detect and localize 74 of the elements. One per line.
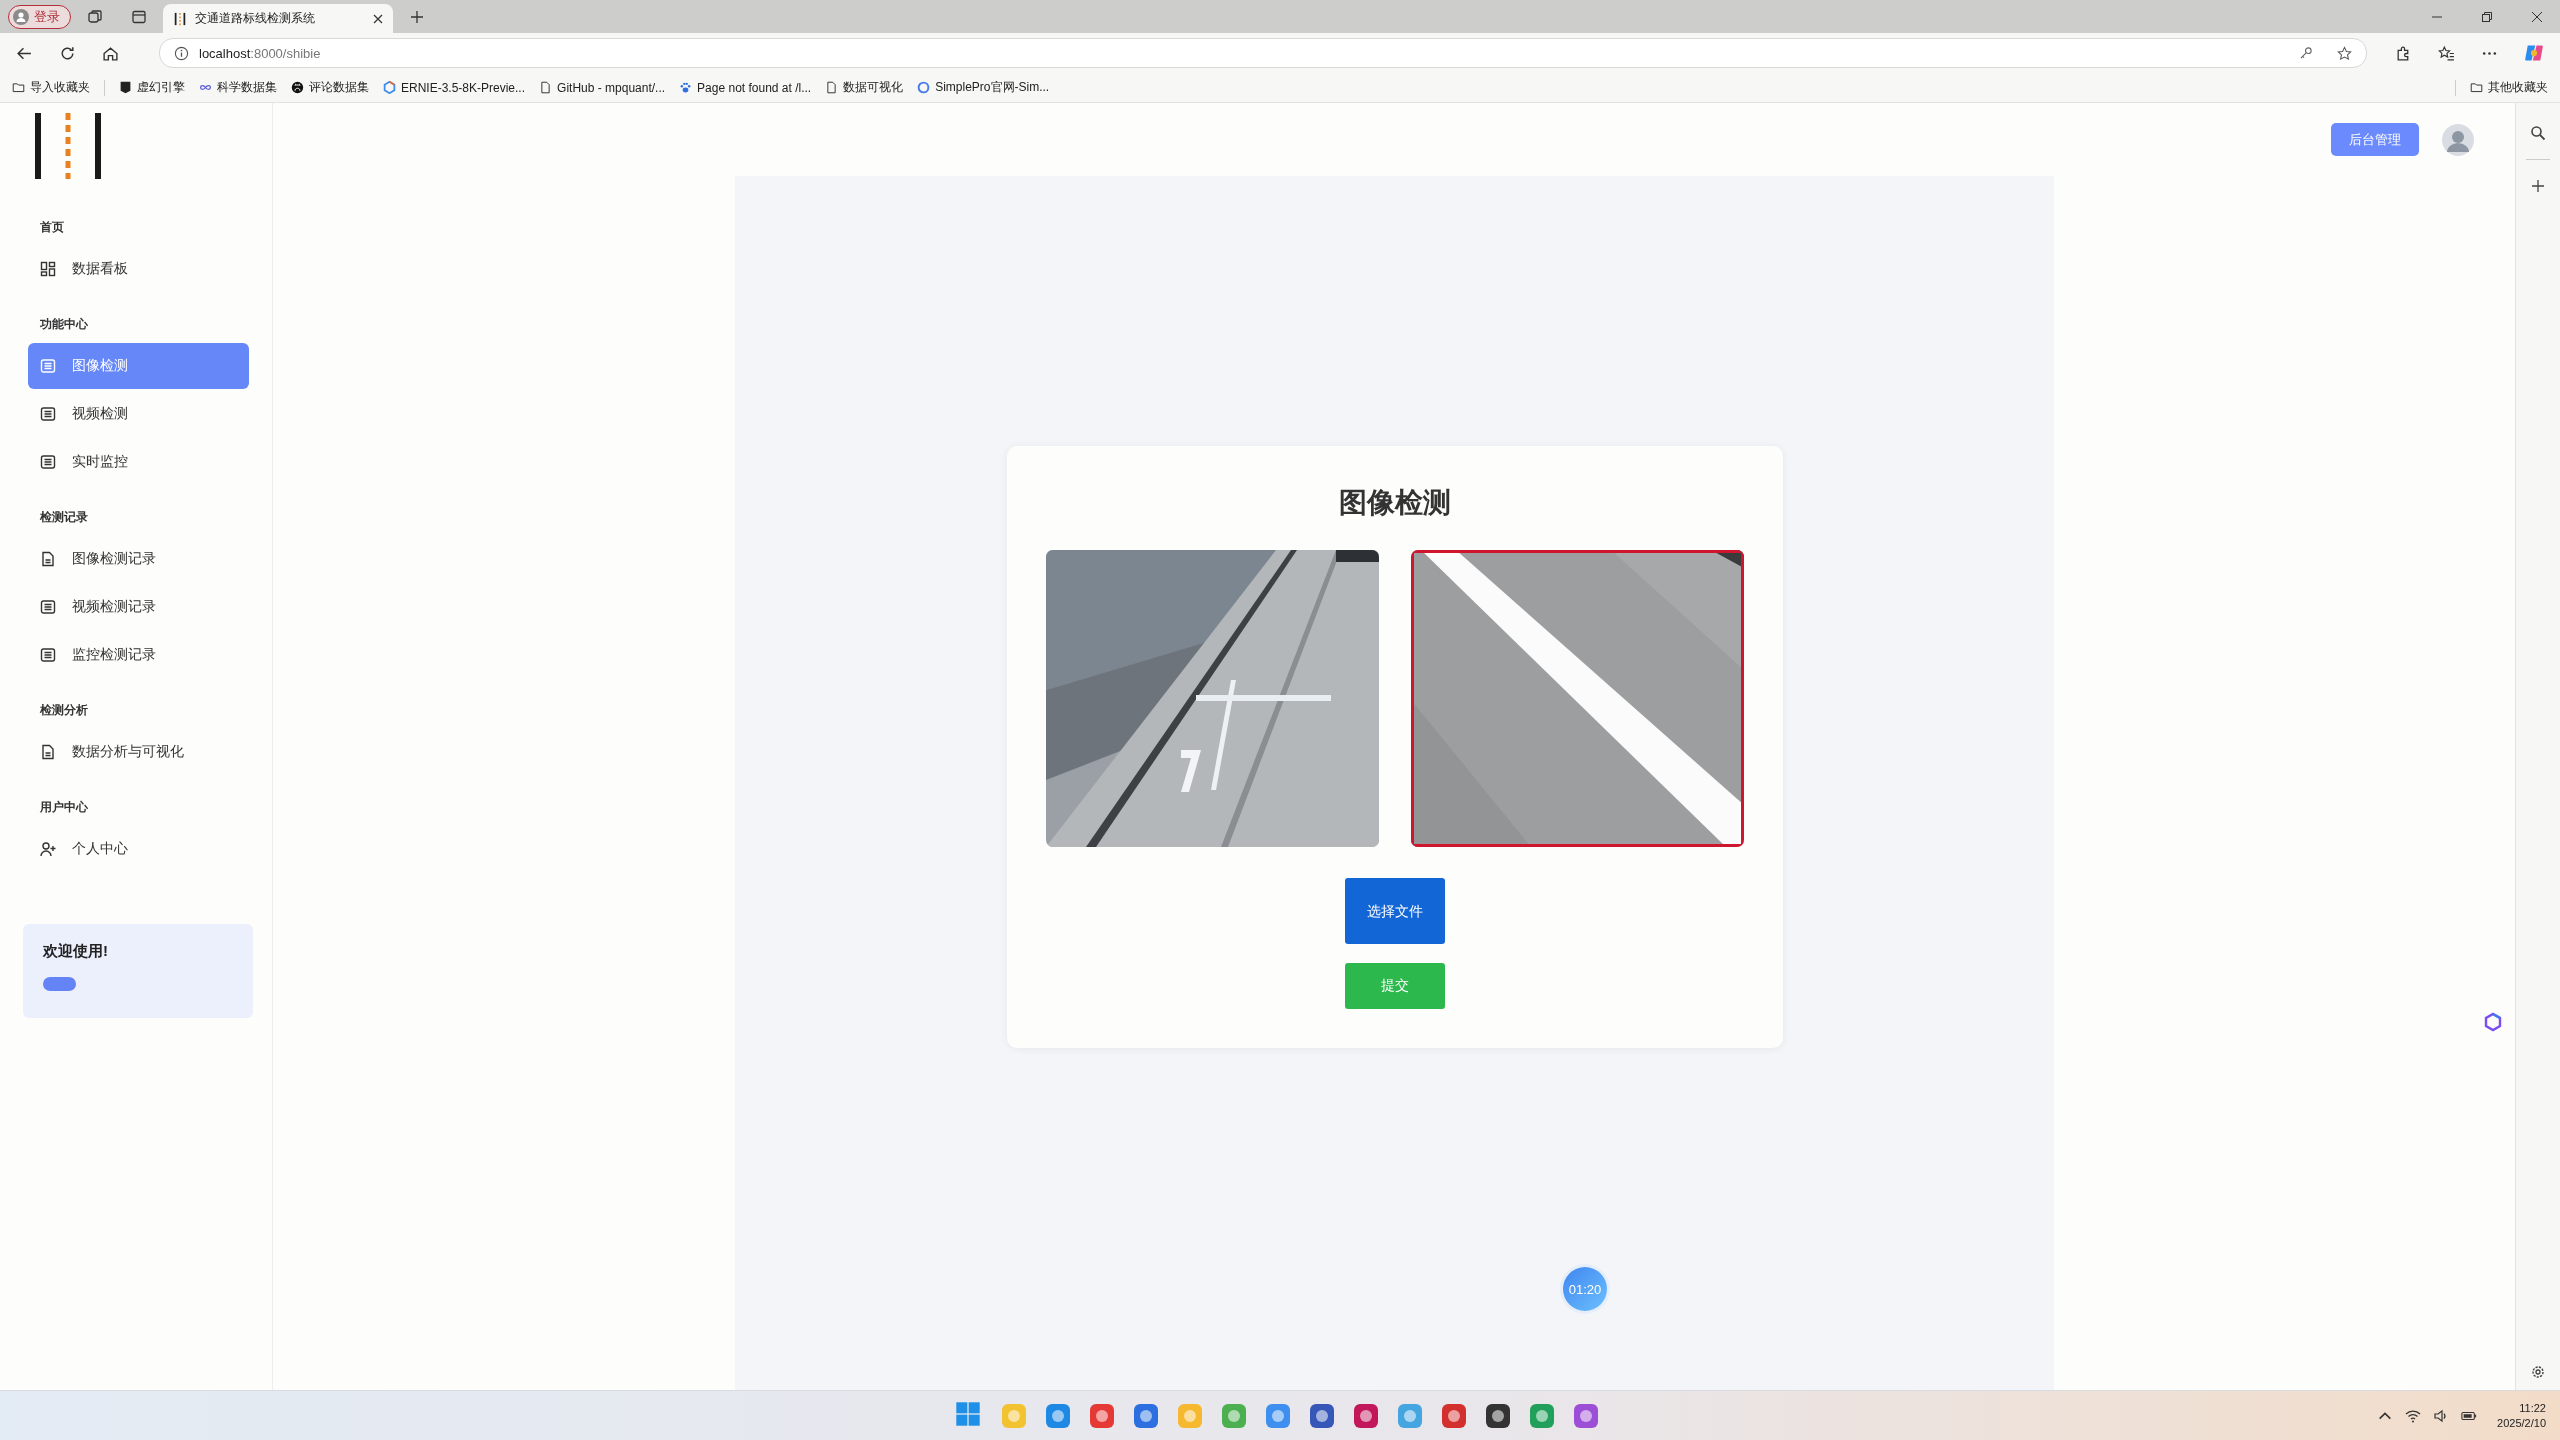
nav-item[interactable]: 数据看板	[28, 246, 249, 292]
section-title: 检测分析	[40, 702, 89, 719]
copilot-icon[interactable]	[2524, 43, 2544, 63]
close-icon[interactable]	[373, 13, 383, 24]
plus-icon[interactable]	[2530, 178, 2546, 194]
avatar-icon[interactable]	[2442, 123, 2474, 156]
profile-icon	[13, 9, 29, 25]
shield-icon	[119, 81, 132, 94]
folder-icon	[2470, 81, 2483, 94]
clock-time: 11:22	[2519, 1400, 2546, 1416]
bookmark-item[interactable]: 科学数据集	[199, 79, 277, 96]
taskbar-clock[interactable]: 11:22 2025/2/10	[2497, 1400, 2546, 1431]
dashboard-icon	[40, 261, 56, 277]
browser-tab[interactable]: 交通道路标线检测系统	[163, 4, 393, 33]
pill-decoration	[43, 977, 76, 991]
list-icon	[40, 599, 56, 615]
windows-logo-icon[interactable]	[954, 1400, 981, 1427]
bookmark-item[interactable]: 评论数据集	[291, 79, 369, 96]
nav-item[interactable]: 个人中心	[28, 826, 249, 872]
search-icon[interactable]	[2530, 125, 2546, 141]
new-tab-icon[interactable]	[409, 9, 425, 25]
star-icon[interactable]	[2337, 45, 2352, 61]
folder-icon	[12, 81, 25, 94]
bookmark-item[interactable]: ERNIE-3.5-8K-Previe...	[383, 80, 526, 95]
road-logo-icon	[173, 11, 187, 26]
card-title: 图像检测	[1338, 486, 1451, 520]
close-icon[interactable]	[2531, 11, 2543, 23]
bookmark-item[interactable]: GitHub - mpquant/...	[539, 80, 666, 95]
section-title: 检测记录	[40, 509, 89, 526]
home-icon[interactable]	[102, 44, 119, 62]
section-title: 功能中心	[40, 316, 89, 333]
section-title: 首页	[40, 219, 65, 236]
profile-button[interactable]: 登录	[8, 5, 71, 29]
bookmark-item[interactable]: SimplePro官网-Sim...	[917, 79, 1050, 96]
nav-item[interactable]: 视频检测记录	[28, 584, 249, 630]
url-text: localhost:8000/shibie	[199, 45, 321, 61]
hexagon-icon[interactable]	[2483, 1012, 2503, 1032]
clock-date: 2025/2/10	[2497, 1415, 2546, 1431]
list-icon	[40, 406, 56, 422]
section-title: 用户中心	[40, 799, 89, 816]
refresh-icon[interactable]	[59, 44, 76, 62]
favorites-icon[interactable]	[2438, 44, 2455, 62]
page-icon	[539, 81, 553, 94]
circle-logo-icon	[917, 81, 931, 94]
choose-file-button[interactable]: 选择文件	[1344, 878, 1445, 944]
bookmark-item[interactable]: Page not found at /l...	[679, 80, 812, 95]
nav-item[interactable]: 数据分析与可视化	[28, 729, 249, 775]
tab-actions-icon[interactable]	[131, 9, 147, 25]
nav-item[interactable]: 图像检测记录	[28, 536, 249, 582]
list-icon	[40, 358, 56, 374]
bookmark-item[interactable]: 导入收藏夹	[12, 79, 90, 96]
list-icon	[40, 454, 56, 470]
tab-title: 交通道路标线检测系统	[195, 10, 316, 27]
hexagon-logo-icon	[383, 81, 396, 94]
nav-item[interactable]: 视频检测	[28, 391, 249, 437]
document-icon	[40, 744, 56, 760]
list-icon	[40, 647, 56, 663]
bookmark-item[interactable]: 虚幻引擎	[119, 79, 185, 96]
bookmark-item[interactable]: 数据可视化	[825, 79, 904, 96]
info-icon	[174, 45, 189, 61]
key-icon[interactable]	[2298, 45, 2313, 61]
add-user-icon	[40, 841, 56, 857]
restore-icon[interactable]	[2481, 11, 2493, 23]
page-icon	[825, 81, 839, 94]
nav-item[interactable]: 监控检测记录	[28, 632, 249, 678]
welcome-title: 欢迎使用!	[43, 942, 109, 961]
road-logo-icon	[35, 113, 101, 179]
workspaces-icon[interactable]	[87, 9, 103, 25]
settings-icon[interactable]	[2530, 1364, 2546, 1380]
bookmark-folder[interactable]: 其他收藏夹	[2470, 79, 2548, 96]
address-field[interactable]: localhost:8000/shibie	[159, 38, 2367, 68]
paw-icon	[679, 81, 693, 94]
document-icon	[40, 551, 56, 567]
nav-item[interactable]: 实时监控	[28, 439, 249, 485]
